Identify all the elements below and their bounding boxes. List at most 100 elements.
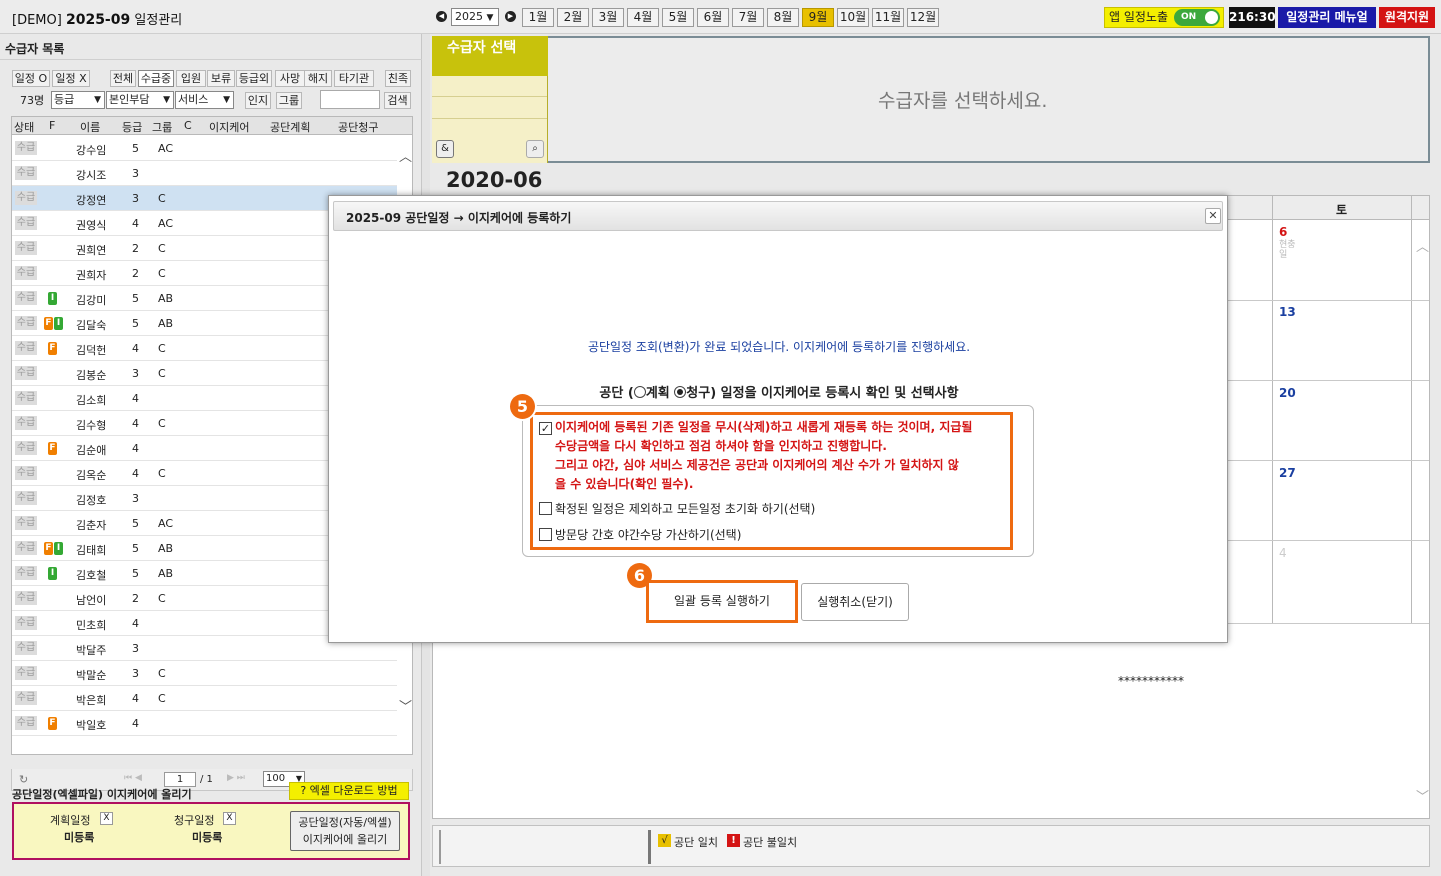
copay-select[interactable]: 본인부담 ▼ — [106, 91, 174, 109]
run-batch-register-button[interactable]: 일괄 등록 실행하기 — [646, 580, 798, 623]
auth-filter-button[interactable]: 인지 — [245, 92, 271, 109]
manual-button[interactable]: 일정관리 메뉴얼 — [1278, 7, 1376, 28]
plan-schedule-state: 미등록 — [64, 831, 95, 844]
upload-to-easycare-button[interactable]: 공단일정(자동/엑셀) 이지케어에 올리기 — [290, 811, 400, 851]
column-header[interactable]: 그룹 — [152, 119, 172, 135]
next-year-icon[interactable]: ▶ — [505, 11, 516, 22]
status-filter[interactable]: 수급중 — [138, 70, 174, 87]
column-header[interactable]: 이름 — [80, 119, 100, 135]
status-badge: 수급 — [15, 616, 37, 630]
cancel-close-button[interactable]: 실행취소(닫기) — [801, 583, 909, 621]
recipient-select-list[interactable]: & ⌕ — [432, 76, 548, 163]
column-header[interactable]: 공단계획 — [270, 119, 310, 135]
radio-claim[interactable] — [674, 386, 687, 398]
cell-group: C — [158, 417, 166, 430]
grade-select[interactable]: 등급 ▼ — [51, 91, 105, 109]
status-badge: 수급 — [15, 191, 37, 205]
cell-name: 김태희 — [76, 544, 107, 557]
excel-help-button[interactable]: ? 엑셀 다운로드 방법 — [289, 782, 409, 800]
ignore-existing-checkbox[interactable]: ✓ — [539, 422, 552, 435]
plan-clear-button[interactable]: X — [100, 812, 113, 825]
year-select[interactable]: 2025 ▼ — [451, 8, 499, 26]
tab-month-10[interactable]: 10월 — [837, 8, 869, 27]
first-page-icon[interactable]: ⏮ ◀ — [124, 773, 142, 783]
schedule-o-filter[interactable]: 일정 O — [12, 70, 50, 87]
scroll-down-icon[interactable]: ﹀ — [399, 696, 412, 715]
remote-support-button[interactable]: 원격지원 — [1379, 7, 1435, 28]
calendar-day[interactable]: 20 — [1279, 386, 1296, 400]
column-header[interactable]: 공단청구 — [338, 119, 378, 135]
column-header[interactable]: 이지케어 — [209, 119, 249, 135]
prev-year-icon[interactable]: ◀ — [436, 11, 447, 22]
tab-month-2[interactable]: 2월 — [557, 8, 589, 27]
column-header[interactable]: F — [49, 119, 55, 132]
service-select[interactable]: 서비스 ▼ — [175, 91, 234, 109]
claim-clear-button[interactable]: X — [223, 812, 236, 825]
status-badge: 수급 — [15, 491, 37, 505]
tab-month-1[interactable]: 1월 — [522, 8, 554, 27]
column-header[interactable]: C — [184, 119, 192, 132]
tab-month-8[interactable]: 8월 — [767, 8, 799, 27]
column-header[interactable]: 등급 — [122, 119, 142, 135]
refresh-icon[interactable]: ↻ — [19, 773, 28, 786]
close-icon[interactable]: ✕ — [1205, 208, 1221, 224]
modal-title: 2025-09 공단일정 → 이지케어에 등록하기 — [346, 211, 572, 225]
cell-grade: 4 — [132, 417, 139, 430]
tab-month-9[interactable]: 9월 — [802, 8, 834, 27]
tab-month-5[interactable]: 5월 — [662, 8, 694, 27]
cell-name: 김정호 — [76, 494, 107, 507]
tab-month-7[interactable]: 7월 — [732, 8, 764, 27]
cell-group: AB — [158, 292, 174, 305]
status-filter[interactable]: 사망 — [275, 70, 305, 87]
status-filter[interactable]: 등급외 — [236, 70, 272, 87]
reset-schedule-checkbox[interactable] — [539, 502, 552, 515]
tab-month-11[interactable]: 11월 — [872, 8, 904, 27]
schedule-x-filter[interactable]: 일정 X — [52, 70, 90, 87]
cell-grade: 5 — [132, 317, 139, 330]
table-row[interactable]: 수급 박말순 3 C — [12, 661, 397, 686]
table-row[interactable]: 수급 박은희 4 C — [12, 686, 397, 711]
column-header[interactable]: 상태 — [14, 119, 34, 135]
cell-grade: 5 — [132, 517, 139, 530]
last-page-icon[interactable]: ▶ ⏭ — [227, 773, 245, 783]
search-input[interactable] — [320, 90, 380, 109]
cal-scroll-down-icon[interactable]: ﹀ — [1416, 786, 1429, 805]
option-2-text: 확정된 일정은 제외하고 모든일정 초기화 하기(선택) — [555, 502, 816, 516]
tab-month-4[interactable]: 4월 — [627, 8, 659, 27]
app-show-toggle[interactable]: ON — [1174, 9, 1220, 26]
cell-name: 남언이 — [76, 594, 107, 607]
status-filter[interactable]: 보류 — [207, 70, 235, 87]
cell-group: AC — [158, 517, 174, 530]
group-filter-button[interactable]: 그룹 — [276, 92, 302, 109]
cell-name: 김호철 — [76, 569, 107, 582]
cell-name: 권영식 — [76, 219, 107, 232]
status-filter[interactable]: 타기관 — [334, 70, 374, 87]
cell-grade: 5 — [132, 567, 139, 580]
page-input[interactable]: 1 — [164, 772, 196, 787]
calendar-day[interactable]: 13 — [1279, 305, 1296, 319]
zoom-icon[interactable]: ⌕ — [526, 140, 544, 158]
relatives-filter[interactable]: 친족 — [385, 70, 411, 87]
top-bar: [DEMO] 2025-09 일정관리 ◀ 2025 ▼ ▶ 1월 2월 3월 4월 5… — [0, 0, 1441, 34]
tab-month-12[interactable]: 12월 — [907, 8, 939, 27]
cal-scroll-up-icon[interactable]: ︿ — [1416, 236, 1429, 255]
search-button[interactable]: 검색 — [384, 92, 411, 109]
tab-month-3[interactable]: 3월 — [592, 8, 624, 27]
status-filter[interactable]: 입원 — [176, 70, 206, 87]
table-row[interactable]: 수급 F 박일호 4 — [12, 711, 397, 736]
status-filter[interactable]: 해지 — [304, 70, 332, 87]
cell-name: 김달숙 — [76, 319, 107, 332]
match-icon: √ — [658, 834, 671, 847]
status-filter[interactable]: 전체 — [110, 70, 136, 87]
calendar-day[interactable]: 27 — [1279, 466, 1296, 480]
radio-plan[interactable] — [633, 386, 646, 398]
table-row[interactable]: 수급 강시조 3 — [12, 161, 397, 186]
night-allowance-checkbox[interactable] — [539, 528, 552, 541]
calendar-day[interactable]: 6 — [1279, 225, 1287, 239]
cell-group: C — [158, 342, 166, 355]
amp-button[interactable]: & — [436, 140, 454, 158]
table-row[interactable]: 수급 강수임 5 AC — [12, 136, 397, 161]
tab-month-6[interactable]: 6월 — [697, 8, 729, 27]
app-title: [DEMO] 2025-09 일정관리 — [12, 12, 183, 28]
scroll-up-icon[interactable]: ︿ — [399, 146, 412, 165]
